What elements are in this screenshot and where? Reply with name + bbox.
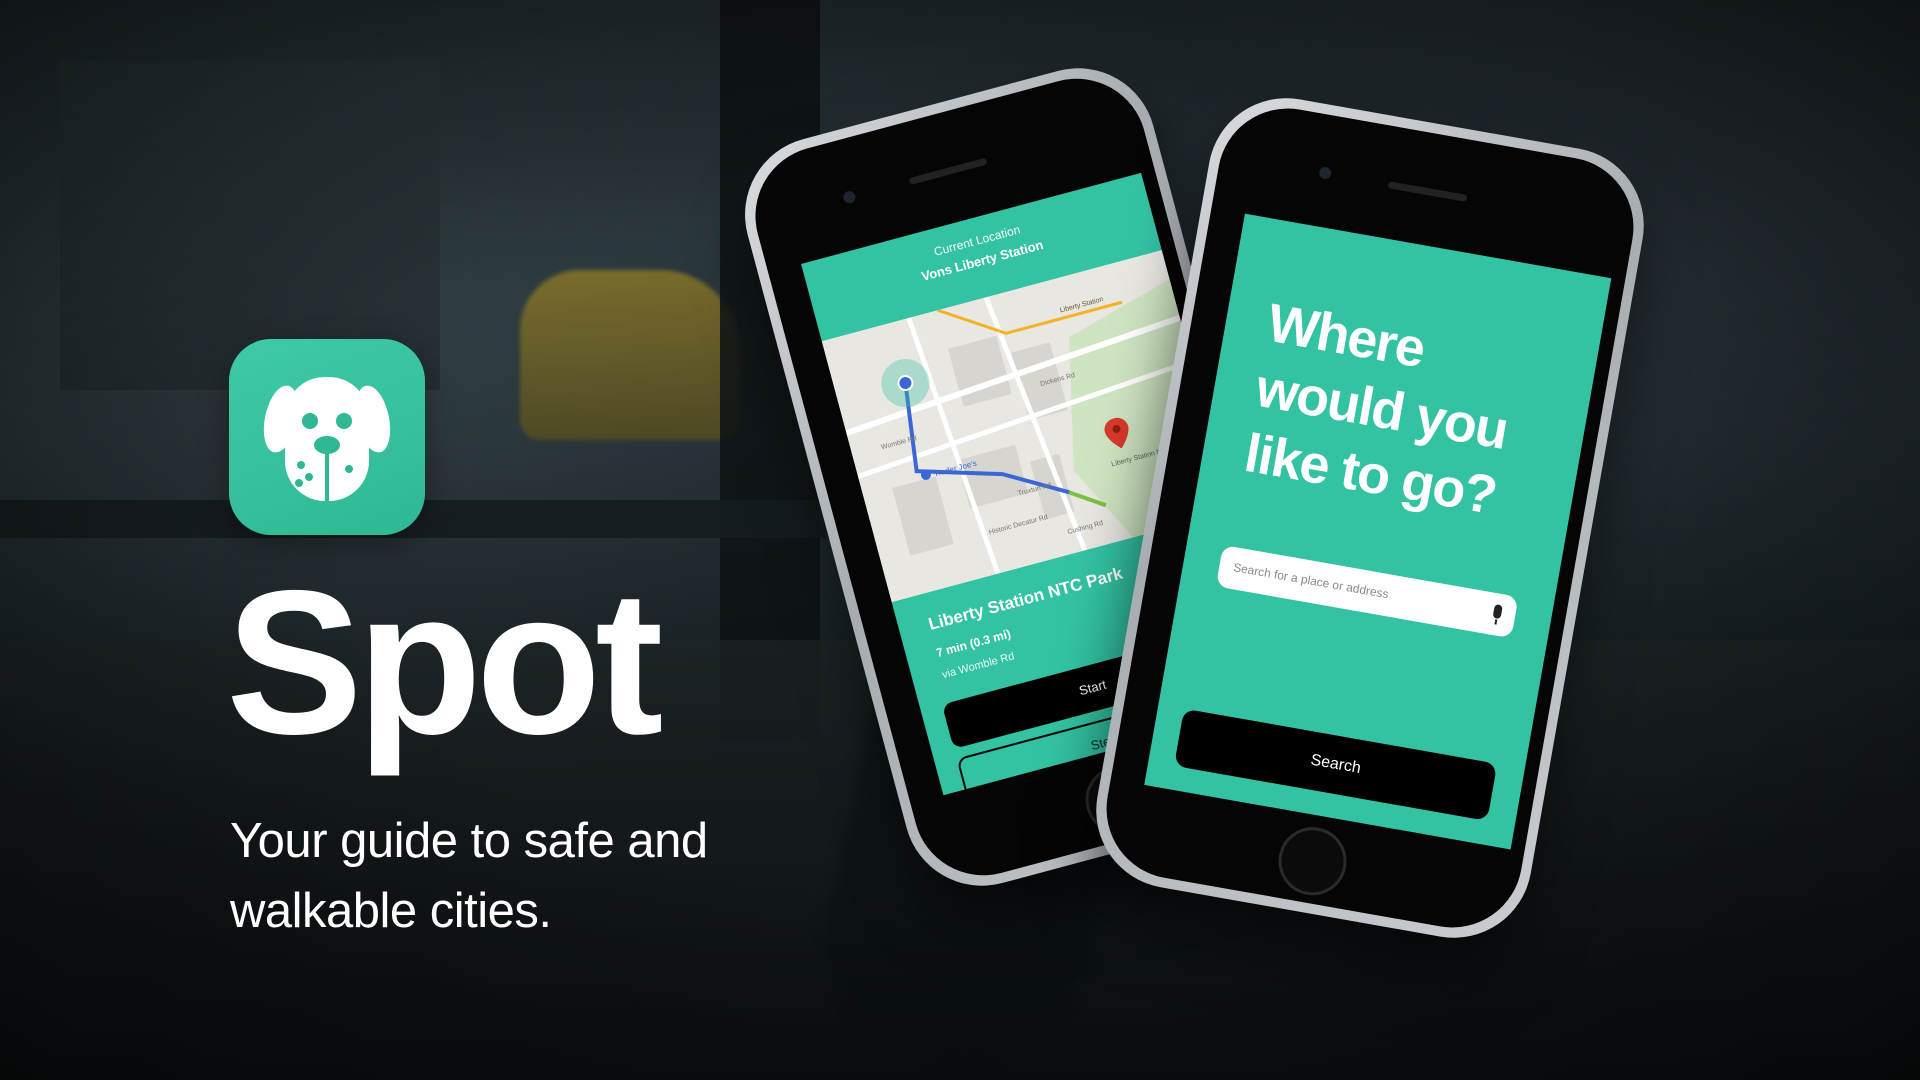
search-input[interactable]: Search for a place or address: [1215, 544, 1519, 639]
hero-banner: Spot Your guide to safe and walkable cit…: [0, 0, 1920, 1080]
search-button[interactable]: Search: [1174, 708, 1498, 821]
search-headline: Where would you like to go?: [1240, 292, 1512, 526]
dog-face-icon: [263, 377, 391, 501]
front-camera: [1318, 166, 1333, 180]
app-title: Spot: [226, 548, 663, 777]
app-icon: [229, 339, 425, 535]
earpiece: [908, 157, 988, 186]
home-button: [1273, 821, 1352, 901]
search-placeholder: Search for a place or address: [1232, 560, 1390, 602]
microphone-icon[interactable]: [1492, 604, 1503, 620]
app-tagline: Your guide to safe and walkable cities.: [230, 814, 708, 938]
search-screen: Where would you like to go? Search for a…: [1144, 213, 1612, 850]
front-camera: [842, 189, 857, 205]
earpiece: [1387, 181, 1468, 202]
